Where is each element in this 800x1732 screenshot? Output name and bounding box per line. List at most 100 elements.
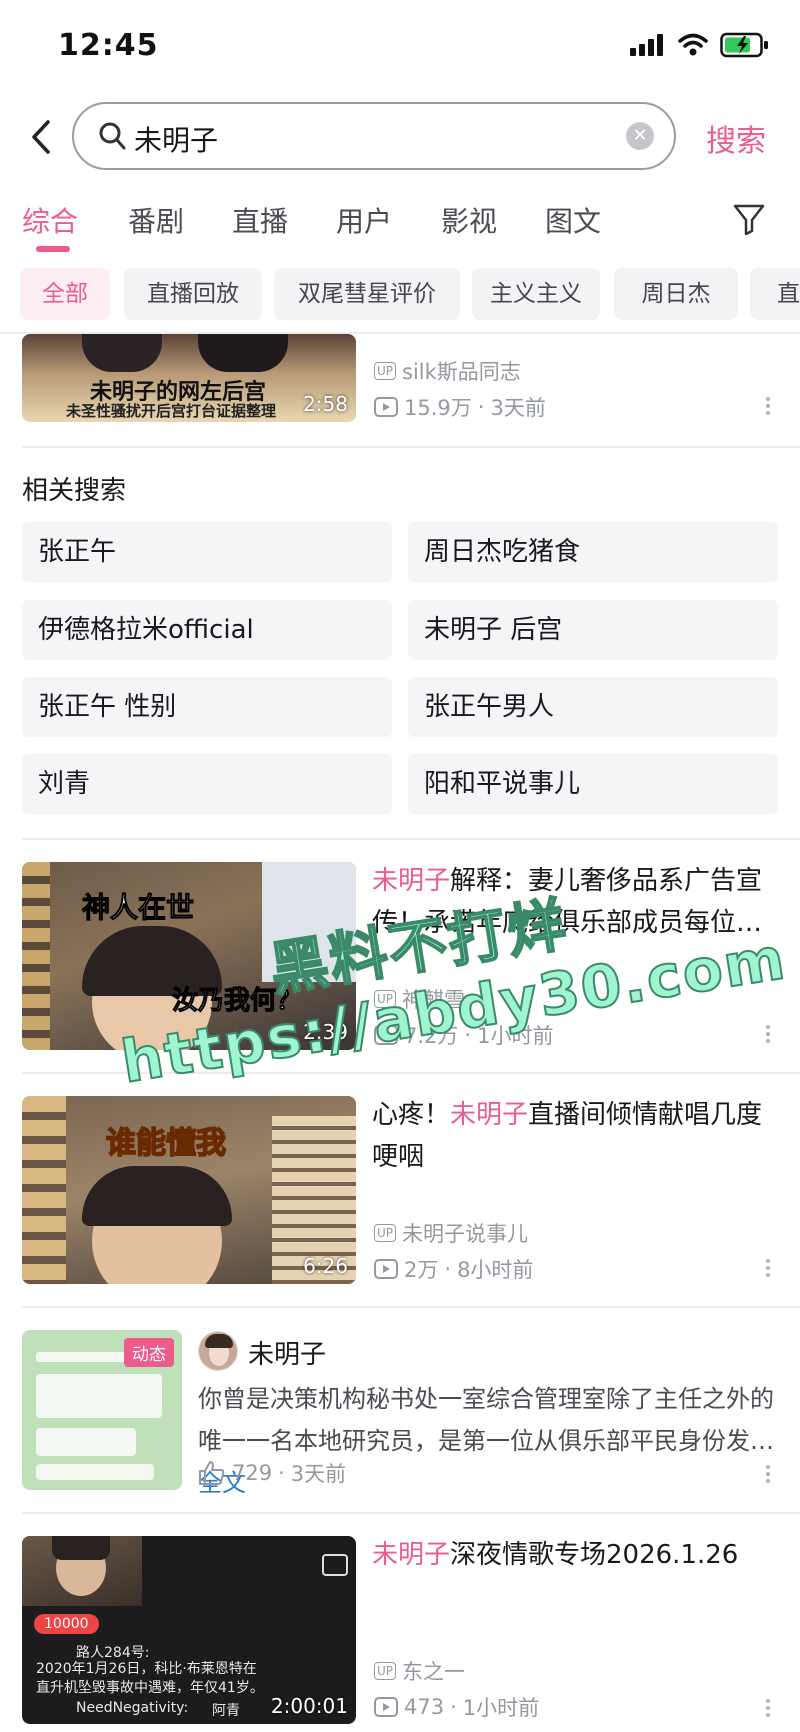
publish-time: 3天前 xyxy=(290,1462,347,1486)
publish-time: 1小时前 xyxy=(462,1696,540,1720)
chat-gift-count: 10000 xyxy=(34,1614,99,1634)
chip-zhourijie[interactable]: 周日杰 xyxy=(614,268,738,320)
video-duration: 2:58 xyxy=(303,392,348,416)
related-search-item[interactable]: 刘青 xyxy=(22,754,392,814)
title-keyword: 未明子 xyxy=(450,1100,529,1130)
post-body: 你曾是决策机构秘书处一室综合管理室除了主任之外的唯一一名本地研究员，是第一位从俱… xyxy=(198,1385,774,1455)
divider xyxy=(22,1512,800,1514)
thumb-shelf xyxy=(22,1096,66,1284)
meta-separator: · xyxy=(477,395,485,419)
dynamic-badge: 动态 xyxy=(124,1338,174,1367)
video-thumbnail[interactable]: 谁能懂我 6:26 xyxy=(22,1096,356,1284)
play-count-icon xyxy=(374,1259,398,1279)
play-count-icon xyxy=(374,1697,398,1717)
live-replay-icon xyxy=(322,1554,348,1576)
related-search-item[interactable]: 阳和平说事儿 xyxy=(408,754,778,814)
related-search-item[interactable]: 未明子 后宫 xyxy=(408,600,778,660)
title-text: 深夜情歌专场2026.1.26 xyxy=(450,1540,739,1570)
publish-time: 3天前 xyxy=(490,396,546,420)
filter-icon[interactable] xyxy=(732,202,766,236)
chip-more[interactable]: 直主 xyxy=(750,268,800,320)
signal-icon xyxy=(630,34,663,56)
more-icon[interactable] xyxy=(766,1022,772,1046)
clear-icon[interactable]: ✕ xyxy=(626,122,654,150)
thumb-caption: 神人在世 xyxy=(81,891,195,925)
video-duration: 6:26 xyxy=(303,1254,348,1278)
post-stats: 729 · 3天前 xyxy=(198,1458,346,1488)
uploader-line[interactable]: UP 东之一 xyxy=(374,1656,465,1686)
chat-name: 路人284号: xyxy=(76,1645,150,1661)
video-title[interactable]: 心疼！未明子直播间倾情献唱几度哽咽 xyxy=(372,1094,782,1178)
meta-separator: · xyxy=(450,1695,457,1719)
stats-line: 2万 · 8小时前 xyxy=(374,1254,533,1284)
chip-all[interactable]: 全部 xyxy=(20,268,110,320)
up-badge-icon: UP xyxy=(374,1662,397,1680)
chip-doctrine[interactable]: 主义主义 xyxy=(472,268,600,320)
chip-live-replay[interactable]: 直播回放 xyxy=(124,268,262,320)
video-thumbnail[interactable]: 10000 路人284号: 2020年1月26日，科比·布莱恩特在直升机坠毁事故… xyxy=(22,1536,356,1724)
post-thumbnail[interactable]: 动态 xyxy=(22,1330,182,1490)
thumb-caption: 谁能懂我 xyxy=(105,1125,227,1162)
meta-separator: · xyxy=(278,1461,285,1485)
thumb-subtitle: 未圣性骚扰开后宫打台证据整理 xyxy=(66,402,277,420)
like-count: 729 xyxy=(232,1461,273,1485)
tab-bangumi[interactable]: 番剧 xyxy=(128,200,184,240)
tab-all[interactable]: 综合 xyxy=(22,200,78,240)
chip-comet-review[interactable]: 双尾彗星评价 xyxy=(274,268,460,320)
more-icon[interactable] xyxy=(766,1696,772,1720)
play-count-icon xyxy=(374,397,398,417)
view-count: 2万 xyxy=(404,1258,439,1282)
post-author[interactable]: 未明子 xyxy=(248,1334,326,1371)
search-input[interactable]: 未明子 ✕ xyxy=(72,102,676,170)
related-search-title: 相关搜索 xyxy=(22,476,127,506)
status-bar: 12:45 xyxy=(0,0,800,96)
search-query: 未明子 xyxy=(134,124,219,157)
search-row: 未明子 ✕ 搜索 xyxy=(0,100,800,174)
related-search-item[interactable]: 张正午 性别 xyxy=(22,677,392,737)
chat-name: NeedNegativity: xyxy=(76,1700,189,1716)
related-search-item[interactable]: 伊德格拉米official xyxy=(22,600,392,660)
filter-chips: 全部 直播回放 双尾彗星评价 主义主义 周日杰 直主 xyxy=(0,266,800,324)
battery-icon xyxy=(720,32,768,58)
more-icon[interactable] xyxy=(766,1462,772,1486)
avatar[interactable] xyxy=(198,1331,238,1371)
stats-line: 15.9万 · 3天前 xyxy=(374,392,546,422)
search-icon xyxy=(99,122,126,150)
meta-separator: · xyxy=(444,1257,452,1281)
publish-time: 8小时前 xyxy=(457,1258,534,1282)
thumb-hair xyxy=(52,1536,110,1560)
tab-article[interactable]: 图文 xyxy=(545,200,601,240)
divider xyxy=(22,1306,800,1308)
thumb-shelf xyxy=(22,862,50,1050)
uploader-line[interactable]: UP 未明子说事儿 xyxy=(374,1218,528,1248)
thumb-figure xyxy=(82,334,162,372)
related-search-item[interactable]: 张正午男人 xyxy=(408,677,778,737)
avatar-hair xyxy=(205,1334,233,1348)
related-search-item[interactable]: 周日杰吃猪食 xyxy=(408,522,778,582)
chat-bubble xyxy=(36,1464,154,1480)
video-title[interactable]: 未明子深夜情歌专场2026.1.26 xyxy=(372,1534,782,1576)
tab-live[interactable]: 直播 xyxy=(232,200,288,240)
like-icon[interactable] xyxy=(198,1460,226,1486)
view-count: 15.9万 xyxy=(404,396,472,420)
up-badge-icon: UP xyxy=(374,1224,397,1242)
video-thumbnail[interactable]: 未明子的网左后宫 未圣性骚扰开后宫打台证据整理 2:58 xyxy=(22,334,356,422)
video-duration: 2:00:01 xyxy=(270,1694,348,1718)
chat-message: 2020年1月26日，科比·布莱恩特在直升机坠毁事故中遇难，年仅41岁。 xyxy=(36,1661,264,1696)
more-icon[interactable] xyxy=(766,1256,772,1280)
tab-users[interactable]: 用户 xyxy=(336,200,392,240)
title-text: 心疼！ xyxy=(372,1100,451,1130)
tab-film[interactable]: 影视 xyxy=(441,200,497,240)
more-icon[interactable] xyxy=(766,394,772,418)
back-button[interactable] xyxy=(20,114,62,160)
related-search-item[interactable]: 张正午 xyxy=(22,522,392,582)
wifi-icon xyxy=(678,33,708,56)
tab-bar: 综合 番剧 直播 用户 影视 图文 xyxy=(0,190,800,256)
chat-bubble xyxy=(36,1428,136,1456)
status-time: 12:45 xyxy=(58,28,159,63)
uploader-line[interactable]: UP silk斯品同志 xyxy=(374,356,521,386)
divider xyxy=(22,446,800,448)
tab-active-indicator xyxy=(36,246,70,252)
stats-line: 473 · 1小时前 xyxy=(374,1692,539,1722)
search-button[interactable]: 搜索 xyxy=(706,116,766,160)
